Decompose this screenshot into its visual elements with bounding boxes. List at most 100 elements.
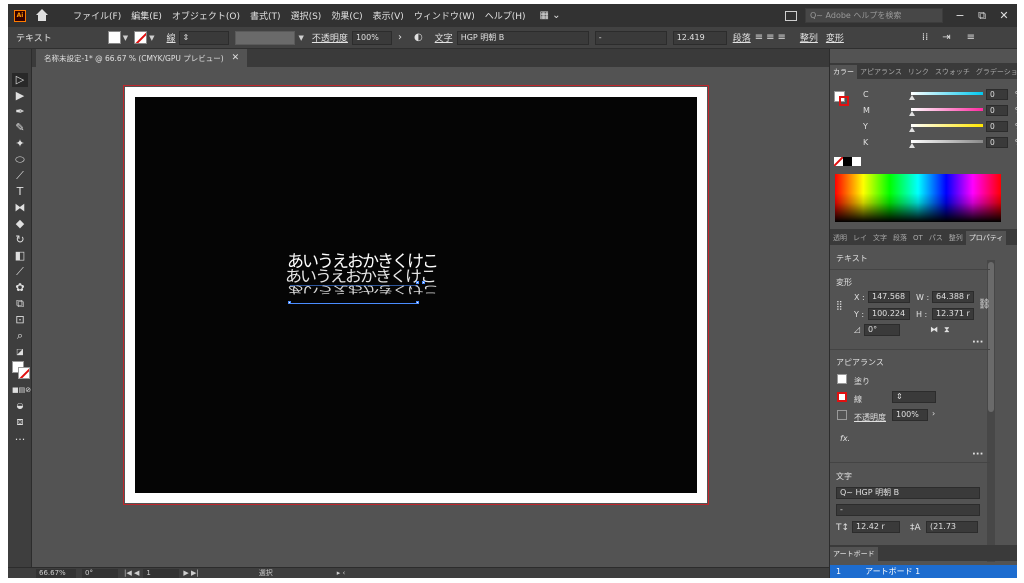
rotate-tool-icon[interactable]: ↻ (12, 233, 28, 247)
constrain-proportions-icon[interactable]: ⛓ (978, 299, 991, 310)
artboard-list-row[interactable]: 1 アートボード 1 (830, 565, 1017, 578)
chevron-down-icon[interactable]: ▼ (123, 34, 128, 42)
chevron-right-icon[interactable]: › (932, 409, 935, 418)
tab-pathfinder[interactable]: パス (926, 231, 946, 245)
fill-stroke-widget[interactable] (12, 361, 30, 379)
white-swatch[interactable] (852, 157, 861, 166)
art-text-reflected[interactable]: あいうえおかきくけこ (287, 283, 437, 298)
slider-knob[interactable] (909, 127, 915, 132)
black-swatch[interactable] (843, 157, 852, 166)
first-artboard-icon[interactable]: |◀ ◀ (124, 569, 139, 577)
menu-edit[interactable]: 編集(E) (131, 9, 162, 22)
eyedropper-tool-icon[interactable]: ⟋ (12, 265, 28, 279)
artboard-navigation-field[interactable]: 1 (143, 568, 180, 578)
screen-mode-icon[interactable]: ⧈ (12, 415, 28, 429)
selection-handle[interactable] (416, 281, 419, 284)
stroke-swatch[interactable] (134, 31, 148, 44)
scrollbar-thumb[interactable] (988, 262, 994, 412)
yellow-slider[interactable] (909, 124, 983, 132)
black-rectangle[interactable]: あいうえおかきくけこ あいうえおかきくけこ あいうえおかきくけこ (135, 97, 697, 493)
cyan-slider[interactable] (909, 92, 983, 100)
tab-character[interactable]: 文字 (870, 231, 890, 245)
slider-knob[interactable] (909, 143, 915, 148)
isolate-icon[interactable]: ⇥ (942, 32, 950, 43)
w-field[interactable]: 64.388 r (932, 291, 974, 303)
font-size-field[interactable]: 12.419 (672, 30, 727, 45)
selection-handle[interactable] (288, 301, 291, 304)
fill-swatch[interactable] (107, 31, 121, 44)
document-tab[interactable]: 名称未設定-1* @ 66.67 % (CMYK/GPU プレビュー) ✕ (36, 49, 248, 67)
tab-paragraph[interactable]: 段落 (890, 231, 910, 245)
font-style-field[interactable]: - (594, 30, 667, 45)
panel-menu-icon[interactable]: ≡ (967, 32, 975, 43)
home-icon[interactable] (35, 9, 49, 22)
more-options-icon[interactable]: ··· (972, 337, 983, 348)
transform-label[interactable]: 変形 (826, 31, 844, 44)
variable-width-field[interactable] (234, 30, 295, 45)
tab-appearance[interactable]: アピアランス (857, 65, 905, 79)
drawing-mode-icon[interactable]: ◒ (12, 399, 28, 413)
swap-fill-stroke-icon[interactable]: ◪ ↰ (12, 345, 28, 370)
tab-opentype[interactable]: OT (910, 231, 926, 245)
chevron-down-icon[interactable]: ▼ (149, 34, 154, 42)
stroke-weight-field[interactable]: ⇕ (178, 30, 229, 45)
reflect-tool-icon[interactable]: ⧓ (12, 201, 28, 215)
align-right-icon[interactable]: ≡ (777, 32, 785, 43)
x-field[interactable]: 147.568 (868, 291, 910, 303)
align-left-icon[interactable]: ≡ (755, 32, 763, 43)
black-slider[interactable] (909, 140, 983, 148)
ellipse-tool-icon[interactable]: ⬭ (12, 153, 28, 167)
tab-artboards[interactable]: アートボード (830, 547, 878, 561)
last-artboard-icon[interactable]: ▶ ▶| (183, 569, 198, 577)
help-search-input[interactable]: Q~ Adobe ヘルプを検索 (805, 8, 943, 23)
y-field[interactable]: 100.224 (868, 308, 910, 320)
stroke-color-icon[interactable] (839, 96, 849, 106)
type-tool-icon[interactable]: T (12, 185, 28, 199)
chevron-right-icon[interactable]: › (398, 32, 402, 43)
selection-tool-icon[interactable]: ▷ (12, 73, 28, 87)
opacity-field[interactable]: 100% (351, 30, 392, 45)
tab-align[interactable]: 整列 (946, 231, 966, 245)
restore-button[interactable]: ⧉ (977, 9, 987, 23)
opacity-field[interactable]: 100% (892, 409, 928, 421)
tab-color[interactable]: カラー (830, 65, 857, 79)
tab-gradient[interactable]: グラデーション (973, 65, 1017, 79)
menu-object[interactable]: オブジェクト(O) (172, 9, 240, 22)
menu-type[interactable]: 書式(T) (250, 9, 281, 22)
opacity-label[interactable]: 不透明度 (312, 31, 348, 44)
anchor-tool-icon[interactable]: ✦ (12, 137, 28, 151)
curvature-tool-icon[interactable]: ✎ (12, 121, 28, 135)
pen-tool-icon[interactable]: ✒ (12, 105, 28, 119)
black-value-field[interactable]: 0 (986, 137, 1008, 148)
panel-toggle-icon[interactable] (785, 10, 797, 21)
yellow-value-field[interactable]: 0 (986, 121, 1008, 132)
h-field[interactable]: 12.371 r (932, 308, 974, 320)
zoom-tool-icon[interactable]: ⌕ (12, 329, 28, 343)
more-options-icon[interactable]: ··· (972, 449, 983, 460)
none-swatch-icon[interactable] (834, 157, 843, 166)
arrange-icon[interactable]: ⁞⁞ (922, 32, 928, 43)
reference-point-icon[interactable]: ⣿ (836, 301, 843, 311)
selection-handle[interactable] (422, 281, 425, 284)
blend-tool-icon[interactable]: ⧉ (12, 297, 28, 311)
paintbrush-tool-icon[interactable]: ⟋ (12, 169, 28, 183)
artboard-tool-icon[interactable]: ⊡ (12, 313, 28, 327)
stroke-weight-field[interactable]: ⇕ (892, 391, 936, 403)
direct-selection-tool-icon[interactable]: ▶ (12, 89, 28, 103)
recolor-icon[interactable]: ◐ (414, 32, 423, 43)
flip-vertical-icon[interactable]: ⧗ (944, 325, 950, 335)
magenta-value-field[interactable]: 0 (986, 105, 1008, 116)
font-family-field[interactable]: HGP 明朝 B (456, 30, 589, 45)
font-style-field[interactable]: - (836, 504, 980, 516)
appearance-stroke-swatch[interactable] (837, 392, 847, 402)
font-size-field[interactable]: 12.42 r (852, 521, 900, 533)
rotate-field[interactable]: 0° (864, 324, 900, 336)
selection-handle[interactable] (416, 301, 419, 304)
close-button[interactable]: ✕ (999, 9, 1009, 22)
fx-icon[interactable]: fx. (840, 434, 850, 443)
slider-knob[interactable] (909, 95, 915, 100)
panel-fill-stroke[interactable] (834, 85, 850, 106)
stroke-color-icon[interactable] (18, 367, 30, 379)
flip-horizontal-icon[interactable]: ⧓ (930, 325, 938, 334)
leading-field[interactable]: (21.73 (926, 521, 978, 533)
